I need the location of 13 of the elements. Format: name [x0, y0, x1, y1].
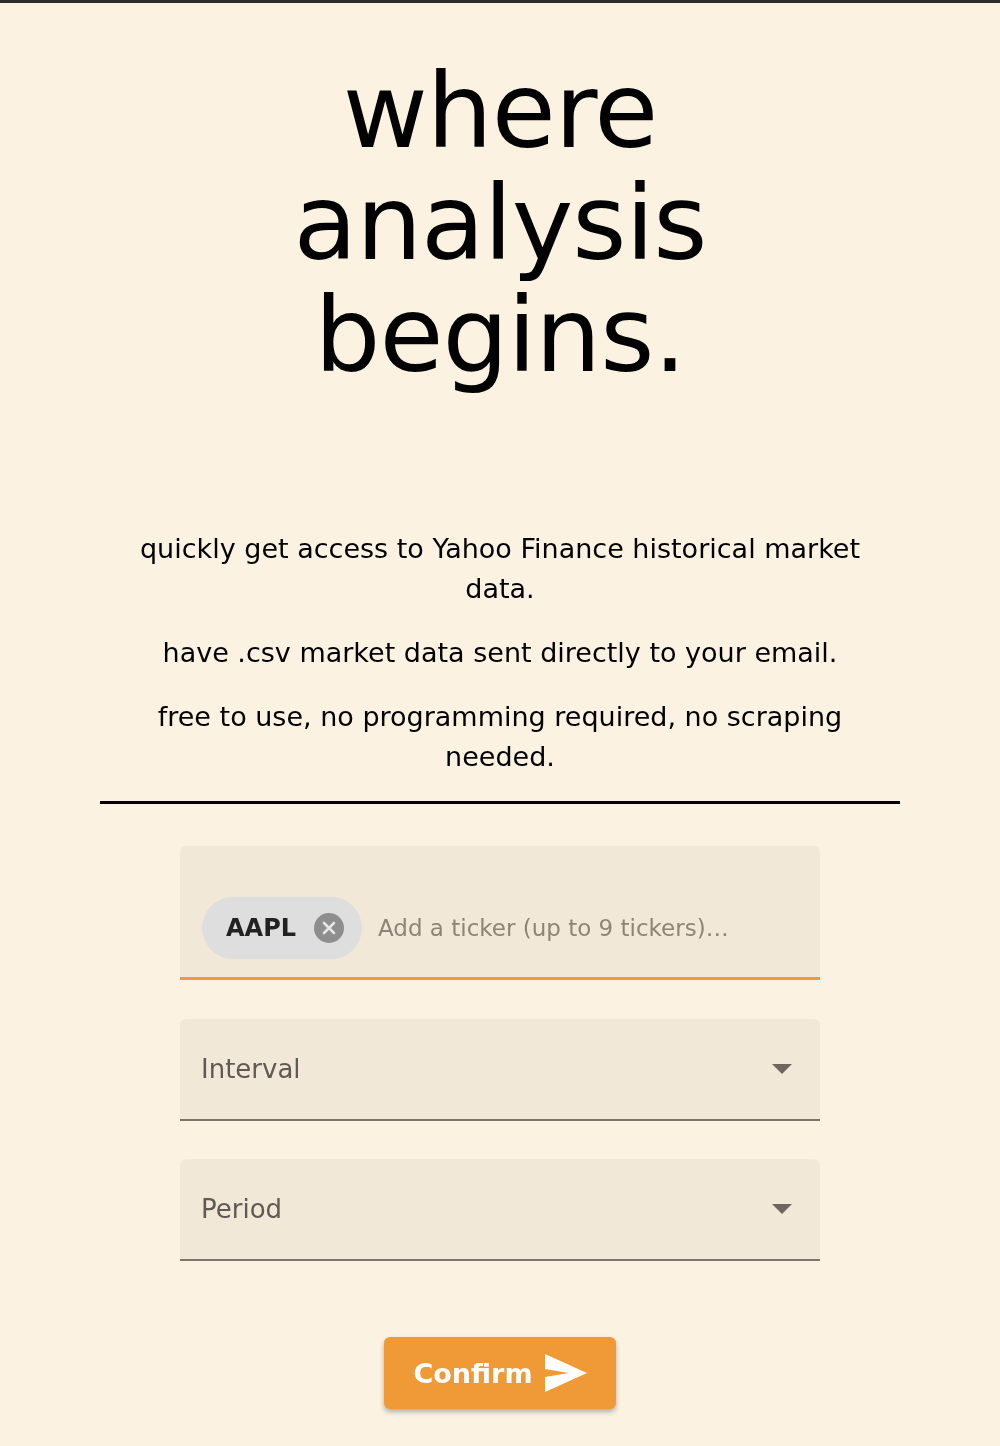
- send-icon: [544, 1354, 587, 1392]
- dropdown-select[interactable]: Period: [180, 1159, 820, 1261]
- tagline-text: free to use, no programming required, no scraping needed.: [156, 700, 844, 774]
- chip-label: AAPL: [226, 914, 297, 942]
- caret-icon: [772, 1064, 792, 1074]
- remove-icon[interactable]: [314, 913, 345, 943]
- tagline-text: have .csv market data sent directly to your email.: [162, 636, 838, 670]
- ticker-input[interactable]: Add a ticker (up to 9 tickers)…: [378, 897, 800, 959]
- headline: where analysis begins.: [292, 55, 708, 391]
- caret-icon: [772, 1204, 792, 1214]
- tagline-text: quickly get access to Yahoo Finance historical market data.: [138, 532, 862, 606]
- dropdown-select[interactable]: Interval: [180, 1019, 820, 1121]
- ticker-field[interactable]: AAPL Add a ticker (up to 9 tickers)…: [180, 846, 820, 980]
